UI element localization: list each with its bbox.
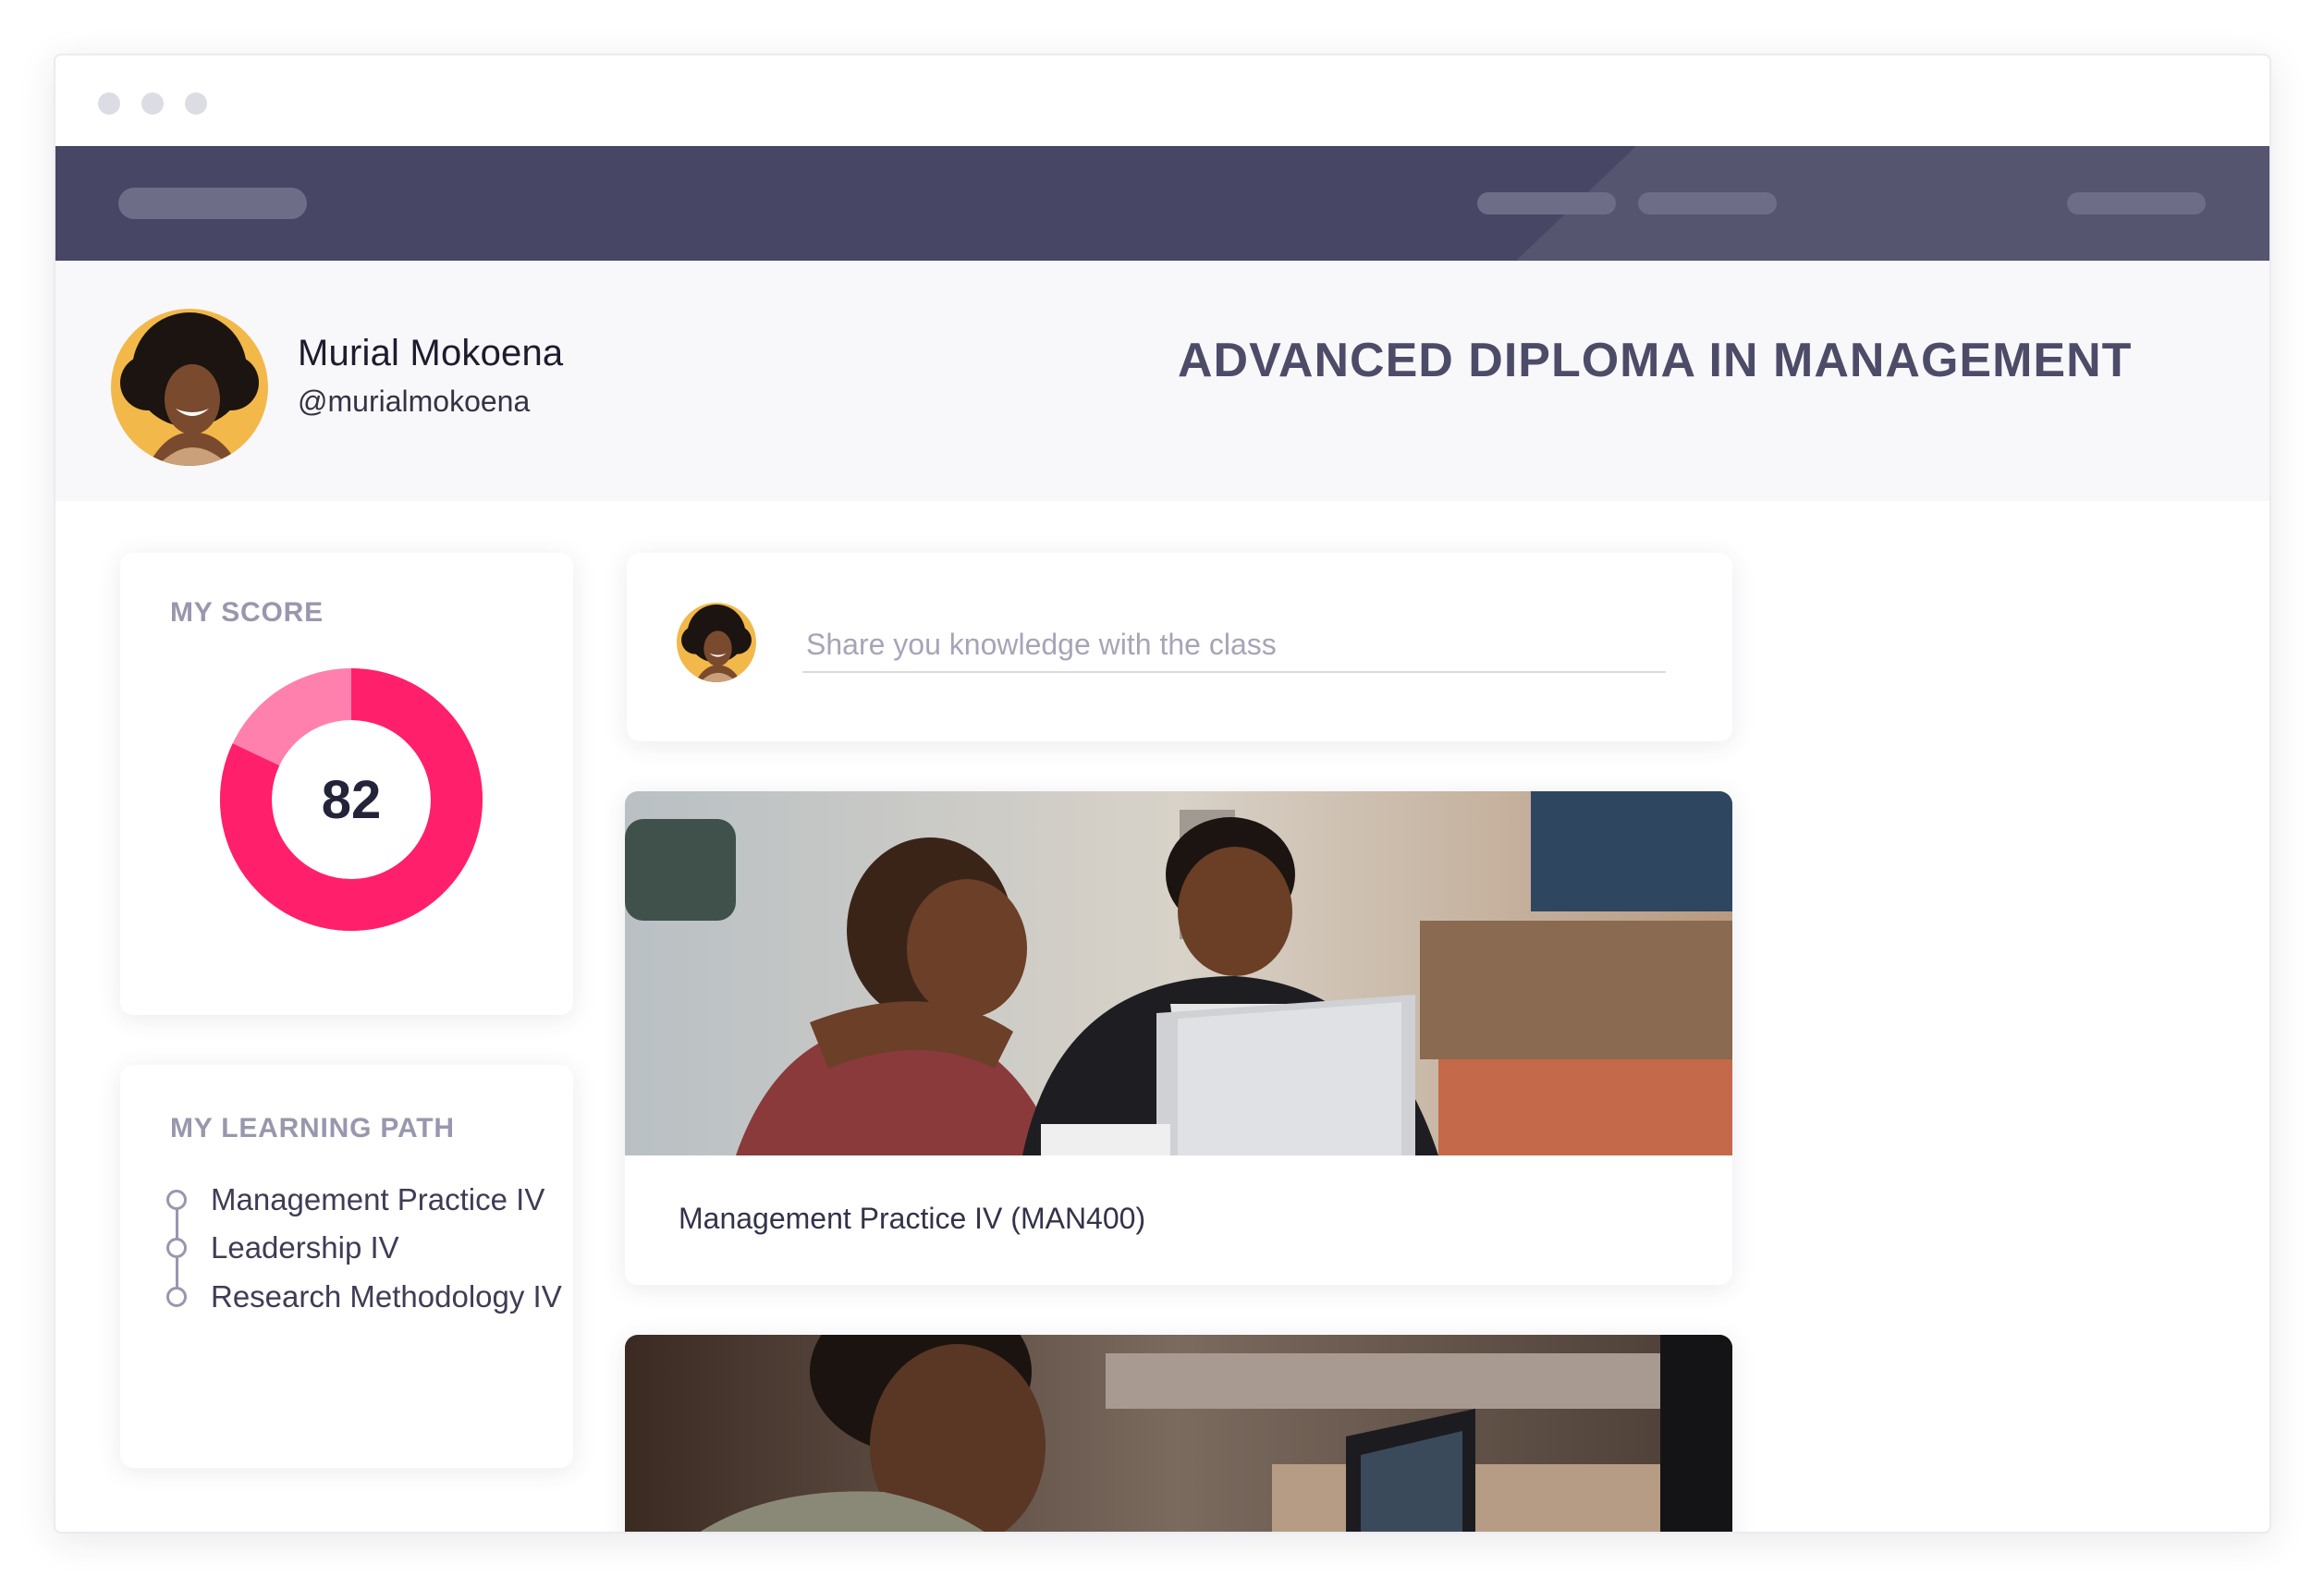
avatar xyxy=(677,603,756,682)
student-at-laptop-photo xyxy=(625,1335,1732,1532)
learning-path-item[interactable]: Management Practice IV xyxy=(166,1181,544,1218)
window-dot[interactable] xyxy=(141,92,164,115)
user-handle[interactable]: @murialmokoena xyxy=(298,385,530,419)
learning-path-label: Management Practice IV xyxy=(211,1182,545,1216)
profile-header: Murial Mokoena @murialmokoena ADVANCED D… xyxy=(55,261,2269,501)
nav-link-placeholder[interactable] xyxy=(1638,192,1777,214)
page-title: ADVANCED DIPLOMA IN MANAGEMENT xyxy=(1178,334,2133,387)
user-name: Murial Mokoena xyxy=(298,333,564,373)
window-dot[interactable] xyxy=(98,92,120,115)
course-image[interactable] xyxy=(625,791,1732,1155)
path-node-icon xyxy=(166,1238,187,1258)
nav-link-placeholder[interactable] xyxy=(1477,192,1616,214)
learning-path-item[interactable]: Research Methodology IV xyxy=(166,1278,562,1315)
learning-path-label: Research Methodology IV xyxy=(211,1279,562,1314)
logo-placeholder[interactable] xyxy=(118,188,307,219)
top-navbar xyxy=(55,146,2269,261)
students-with-laptop-photo xyxy=(625,791,1732,1155)
avatar[interactable] xyxy=(111,309,268,466)
post-composer xyxy=(627,553,1732,741)
share-knowledge-input[interactable] xyxy=(802,617,1666,673)
course-card[interactable] xyxy=(625,1335,1732,1532)
learning-path-label: Leadership IV xyxy=(211,1230,399,1265)
course-title[interactable]: Management Practice IV (MAN400) xyxy=(679,1202,1145,1236)
learning-path-item[interactable]: Leadership IV xyxy=(166,1229,399,1266)
user-photo xyxy=(677,603,756,682)
path-node-icon xyxy=(166,1190,187,1210)
window-dot[interactable] xyxy=(185,92,207,115)
score-card: MY SCORE 82 xyxy=(120,553,573,1015)
learning-path-heading: MY LEARNING PATH xyxy=(170,1113,455,1143)
score-heading: MY SCORE xyxy=(170,597,324,628)
learning-path-card: MY LEARNING PATH Management Practice IV … xyxy=(120,1065,573,1468)
account-placeholder[interactable] xyxy=(2067,192,2206,214)
user-photo xyxy=(111,309,268,466)
main-content: MY SCORE 82 MY LEARNING PATH Management … xyxy=(55,501,2269,1532)
score-value: 82 xyxy=(321,769,382,830)
course-image[interactable] xyxy=(625,1335,1732,1532)
browser-window: Murial Mokoena @murialmokoena ADVANCED D… xyxy=(54,54,2271,1534)
window-titlebar xyxy=(55,55,2269,146)
path-node-icon xyxy=(166,1287,187,1307)
course-card[interactable]: Management Practice IV (MAN400) xyxy=(625,791,1732,1285)
